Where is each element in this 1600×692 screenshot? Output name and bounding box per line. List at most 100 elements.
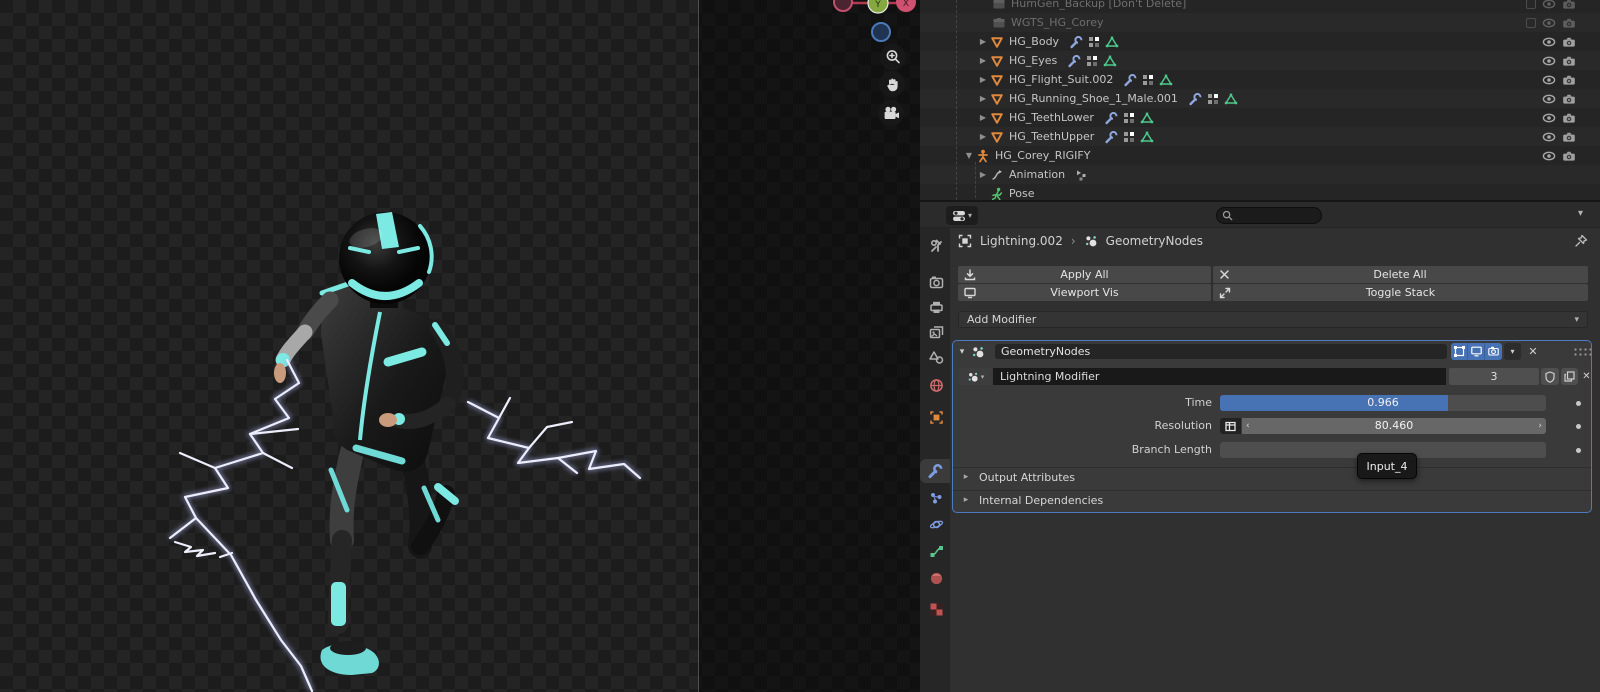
eye-icon[interactable]: [1542, 54, 1556, 68]
eye-icon[interactable]: [1542, 73, 1556, 87]
panel-collapse-chevron[interactable]: ▾: [953, 347, 971, 357]
breadcrumb-data[interactable]: GeometryNodes: [1106, 234, 1203, 248]
eye-icon[interactable]: [1542, 16, 1556, 30]
expander-icon[interactable]: ▶: [976, 94, 990, 103]
user-count-button[interactable]: 3: [1449, 368, 1539, 385]
outliner-panel[interactable]: HumGen_Backup [Don't Delete] WGTS_HG_Cor…: [920, 0, 1600, 202]
outliner-row-pose[interactable]: Pose: [920, 184, 1600, 200]
outliner-row-collection[interactable]: WGTS_HG_Corey: [920, 13, 1600, 32]
hand-icon: [886, 78, 898, 91]
geometry-nodes-icon: [1122, 111, 1136, 125]
expander-icon[interactable]: ▶: [976, 170, 990, 179]
camera-visibility-icon[interactable]: [1562, 0, 1576, 11]
internal-dependencies-subpanel[interactable]: ▸ Internal Dependencies: [953, 490, 1591, 509]
camera-visibility-icon[interactable]: [1562, 16, 1576, 30]
outliner-row-object[interactable]: ▶ HG_Eyes: [920, 51, 1600, 70]
viewport-pan-button[interactable]: [879, 71, 905, 97]
tab-particles[interactable]: [922, 486, 950, 510]
tab-object[interactable]: [922, 405, 950, 429]
3d-viewport[interactable]: Y X: [0, 0, 920, 692]
camera-visibility-icon[interactable]: [1562, 54, 1576, 68]
axis-ball-negx[interactable]: [833, 0, 853, 12]
modifier-close-button[interactable]: ✕: [1523, 343, 1543, 360]
collection-icon: [992, 16, 1006, 30]
camera-visibility-icon[interactable]: [1562, 111, 1576, 125]
delete-all-button[interactable]: Delete All: [1213, 266, 1588, 283]
attribute-toggle-button[interactable]: [1220, 418, 1241, 434]
tab-physics[interactable]: [922, 512, 950, 536]
expander-icon[interactable]: ▶: [976, 113, 990, 122]
expander-icon[interactable]: ▶: [976, 75, 990, 84]
expander-icon[interactable]: ▶: [976, 37, 990, 46]
fake-user-shield-button[interactable]: [1541, 368, 1559, 385]
modifier-wrench-icon: [1123, 73, 1137, 87]
camera-visibility-icon[interactable]: [1562, 92, 1576, 106]
viewport-camera-button[interactable]: [878, 100, 904, 126]
outliner-row-object[interactable]: ▶ HG_Running_Shoe_1_Male.001: [920, 89, 1600, 108]
exclude-checkbox[interactable]: [1526, 17, 1536, 28]
unlink-x-button[interactable]: ✕: [1580, 368, 1593, 385]
breadcrumb-object[interactable]: Lightning.002: [980, 234, 1063, 248]
modifier-extras-chevron[interactable]: ▾: [1504, 343, 1521, 360]
outliner-row-object[interactable]: ▶ HG_TeethUpper: [920, 127, 1600, 146]
viewport-zoom-button[interactable]: [880, 44, 906, 70]
tab-scene[interactable]: [922, 345, 950, 369]
tab-modifiers[interactable]: [920, 459, 950, 483]
exclude-checkbox[interactable]: [1526, 0, 1536, 9]
render-toggle[interactable]: [1485, 343, 1502, 360]
time-slider[interactable]: 0.966: [1220, 395, 1546, 411]
outliner-row-armature[interactable]: ▼ HG_Corey_RIGIFY: [920, 146, 1600, 165]
camera-visibility-icon[interactable]: [1562, 35, 1576, 49]
tab-tool[interactable]: [922, 233, 950, 257]
geometry-nodes-icon: [971, 345, 985, 359]
add-modifier-dropdown[interactable]: Add Modifier ▾: [958, 311, 1588, 328]
tab-render[interactable]: [922, 270, 950, 294]
expander-icon[interactable]: ▼: [962, 151, 976, 160]
tab-view-layer[interactable]: [922, 320, 950, 344]
eye-icon[interactable]: [1542, 0, 1556, 11]
tab-world[interactable]: [922, 373, 950, 397]
editor-type-button[interactable]: ▾: [946, 206, 978, 225]
pin-icon[interactable]: [1574, 234, 1588, 248]
eye-icon[interactable]: [1542, 149, 1556, 163]
toggle-stack-button[interactable]: Toggle Stack: [1213, 284, 1588, 301]
outliner-row-object[interactable]: ▶ HG_TeethLower: [920, 108, 1600, 127]
camera-visibility-icon[interactable]: [1562, 73, 1576, 87]
camera-visibility-icon[interactable]: [1562, 149, 1576, 163]
decorator-dot[interactable]: [1576, 424, 1581, 429]
expander-icon[interactable]: ▶: [976, 56, 990, 65]
camera-visibility-icon[interactable]: [1562, 130, 1576, 144]
eye-icon[interactable]: [1542, 92, 1556, 106]
eye-icon[interactable]: [1542, 35, 1556, 49]
outliner-row-object[interactable]: ▶ HG_Body: [920, 32, 1600, 51]
tab-constraints[interactable]: [922, 539, 950, 563]
modifier-name-field[interactable]: GeometryNodes: [995, 344, 1447, 359]
axis-gizmo[interactable]: Y X: [820, 0, 920, 46]
node-group-name-field[interactable]: Lightning Modifier: [993, 368, 1446, 385]
tab-texture[interactable]: [922, 597, 950, 621]
tab-output[interactable]: [922, 295, 950, 319]
geometry-nodes-icon: [1141, 73, 1155, 87]
edit-mode-toggle[interactable]: [1451, 343, 1468, 360]
resolution-slider[interactable]: ‹ 80.460 ›: [1242, 418, 1546, 434]
tab-material[interactable]: [922, 566, 950, 590]
eye-icon[interactable]: [1542, 111, 1556, 125]
output-attributes-subpanel[interactable]: ▸ Output Attributes: [953, 467, 1591, 486]
axis-ball-negz[interactable]: [871, 22, 891, 42]
apply-all-button[interactable]: Apply All: [958, 266, 1211, 283]
decorator-dot[interactable]: [1576, 448, 1581, 453]
node-group-browse-button[interactable]: ▾: [959, 368, 992, 385]
header-overflow-chevron[interactable]: ▾: [1578, 208, 1583, 219]
outliner-row-collection[interactable]: HumGen_Backup [Don't Delete]: [920, 0, 1600, 13]
viewport-vis-button[interactable]: Viewport Vis: [958, 284, 1211, 301]
drag-handle-icon[interactable]: [1573, 347, 1591, 356]
outliner-row-animation[interactable]: ▶ Animation: [920, 165, 1600, 184]
search-input[interactable]: [1216, 207, 1322, 224]
movie-camera-icon: [884, 106, 899, 119]
decorator-dot[interactable]: [1576, 401, 1581, 406]
eye-icon[interactable]: [1542, 130, 1556, 144]
realtime-toggle[interactable]: [1468, 343, 1485, 360]
outliner-row-object[interactable]: ▶ HG_Flight_Suit.002: [920, 70, 1600, 89]
expander-icon[interactable]: ▶: [976, 132, 990, 141]
copy-icon-button[interactable]: [1561, 368, 1578, 385]
